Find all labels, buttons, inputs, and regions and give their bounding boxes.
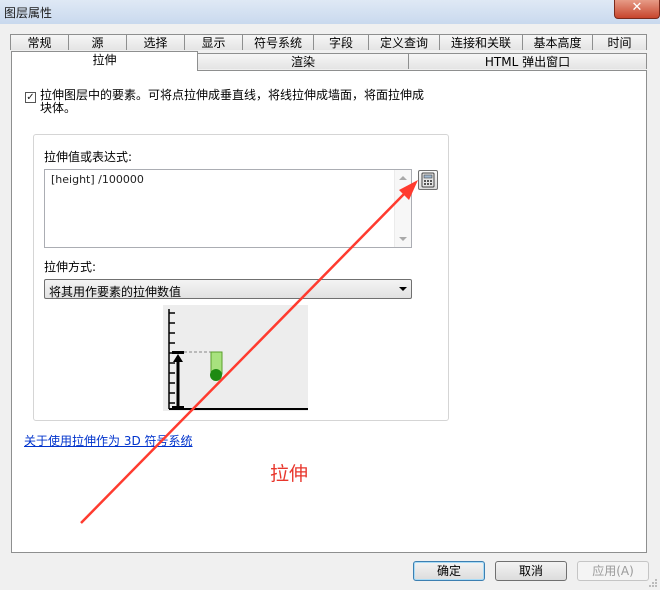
scroll-down-icon[interactable] [399,237,407,241]
tab-base-heights[interactable]: 基本高度 [522,34,593,50]
extrude-checkbox-label: 拉伸图层中的要素。可将点拉伸成垂直线，将线拉伸成墙面，将面拉伸成块体。 [40,88,425,115]
extrusion-method-label: 拉伸方式: [44,260,97,274]
extrusion-method-value: 将其用作要素的拉伸数值 [49,285,182,299]
extrusion-preview-image [163,305,308,411]
tab-general[interactable]: 常规 [10,34,69,50]
annotation-label: 拉伸 [270,463,309,485]
tab-source[interactable]: 源 [68,34,127,50]
tab-extrusion[interactable]: 拉伸 [11,51,198,71]
tab-html-popup[interactable]: HTML 弹出窗口 [408,53,647,69]
title-bar: 图层属性 ✕ [0,0,660,24]
resize-grip-icon[interactable] [648,578,658,588]
window-title: 图层属性 [4,6,53,20]
expression-text: [height] /100000 [51,173,144,186]
close-button[interactable]: ✕ [614,0,660,19]
extrusion-value-label: 拉伸值或表达式: [44,150,133,164]
expression-input[interactable]: [height] /100000 [44,169,412,248]
extrusion-method-select[interactable]: 将其用作要素的拉伸数值 [44,279,412,299]
chevron-down-icon [399,287,407,291]
help-link[interactable]: 关于使用拉伸作为 3D 符号系统 [24,432,193,449]
ok-button[interactable]: 确定 [413,561,485,581]
layer-properties-dialog: 图层属性 ✕ 常规 源 选择 显示 符号系统 字段 定义查询 连接和关联 基本高… [0,0,660,590]
tab-rendering[interactable]: 渲染 [197,53,409,69]
extrude-checkbox[interactable]: ✓ [25,92,36,103]
calculator-icon [421,172,435,188]
tab-selection[interactable]: 选择 [126,34,185,50]
tab-definition-query[interactable]: 定义查询 [368,34,440,50]
tab-joins-relates[interactable]: 连接和关联 [439,34,523,50]
scroll-up-icon[interactable] [399,176,407,180]
tab-fields[interactable]: 字段 [313,34,369,50]
tab-time[interactable]: 时间 [592,34,647,50]
tab-display[interactable]: 显示 [184,34,243,50]
expression-builder-button[interactable] [418,170,438,190]
cancel-button[interactable]: 取消 [495,561,567,581]
expression-scrollbar[interactable] [394,170,411,247]
tab-symbology[interactable]: 符号系统 [242,34,314,50]
apply-button[interactable]: 应用(A) [577,561,649,581]
